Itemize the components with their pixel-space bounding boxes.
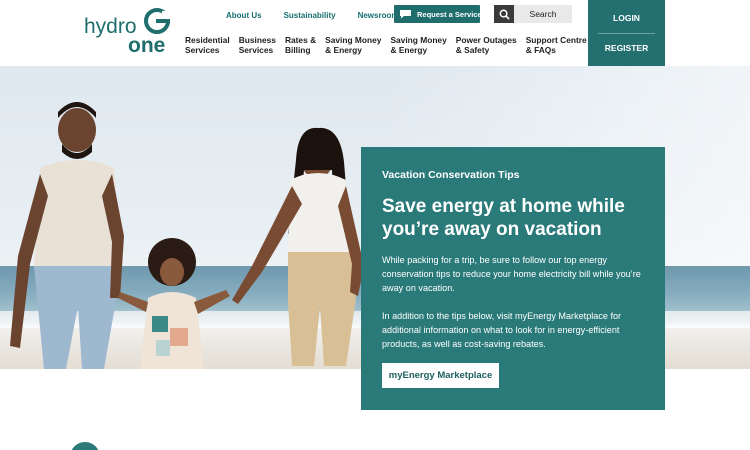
request-service-button[interactable]: Request a Service: [394, 5, 482, 23]
nav-label-line2: & Safety: [455, 45, 490, 55]
main-nav: Residential Services Business Services R…: [185, 35, 596, 55]
hero-info-card: Vacation Conservation Tips Save energy a…: [361, 147, 665, 410]
logo-text-bottom: one: [128, 34, 165, 57]
site-header: hydro one About Us Sustainability Newsro…: [0, 0, 750, 66]
nav-label-line2: Billing: [284, 45, 311, 55]
nav-support-centre-faqs[interactable]: Support Centre & FAQs: [526, 35, 587, 55]
nav-label-line1: Support Centre: [525, 35, 587, 45]
logo-mark: hydro one: [84, 8, 172, 57]
nav-label-line2: Services: [238, 45, 274, 55]
nav-label-line2: & Energy: [390, 45, 428, 55]
card-title: Save energy at home while you’re away on…: [382, 196, 625, 240]
nav-label-line1: Residential: [185, 35, 230, 45]
card-eyebrow: Vacation Conservation Tips: [382, 169, 520, 181]
hydro-one-logo[interactable]: hydro one: [84, 7, 176, 57]
nav-label-line2: & FAQs: [525, 45, 556, 55]
newsroom-link[interactable]: Newsroom: [358, 11, 399, 20]
nav-label-line1: Rates &: [284, 35, 317, 45]
about-us-link[interactable]: About Us: [226, 11, 262, 20]
nav-saving-money-energy-2[interactable]: Saving Money & Energy: [390, 35, 446, 55]
nav-label-line1: Saving Money: [325, 35, 382, 45]
search-button[interactable]: Search: [494, 5, 572, 23]
card-paragraph-1: While packing for a trip, be sure to fol…: [382, 255, 641, 293]
sustainability-link[interactable]: Sustainability: [284, 11, 336, 20]
nav-label-line1: Business: [238, 35, 276, 45]
nav-business-services[interactable]: Business Services: [239, 35, 276, 55]
request-service-label: Request a Service: [417, 9, 482, 19]
auth-divider: [598, 33, 655, 34]
nav-power-outages-safety[interactable]: Power Outages & Safety: [456, 35, 517, 55]
family-photo: [10, 102, 364, 369]
nav-rates-billing[interactable]: Rates & Billing: [285, 35, 316, 55]
card-paragraph-2: In addition to the tips below, visit myE…: [382, 311, 622, 349]
register-button[interactable]: REGISTER: [588, 43, 665, 53]
nav-residential-services[interactable]: Residential Services: [185, 35, 230, 55]
myenergy-marketplace-button[interactable]: myEnergy Marketplace: [382, 363, 499, 388]
nav-saving-money-energy[interactable]: Saving Money & Energy: [325, 35, 381, 55]
search-icon: [494, 5, 514, 23]
nav-label-line1: Saving Money: [390, 35, 447, 45]
utility-nav: About Us Sustainability Newsroom: [226, 7, 420, 23]
auth-panel: LOGIN REGISTER: [588, 0, 665, 66]
nav-label-line2: & Energy: [325, 45, 362, 55]
nav-label-line1: Power Outages: [455, 35, 517, 45]
nav-label-line2: Services: [185, 45, 220, 55]
section-icon-circle: [70, 442, 100, 450]
search-label: Search: [514, 5, 572, 23]
login-button[interactable]: LOGIN: [588, 13, 665, 23]
chat-icon: [399, 9, 412, 19]
